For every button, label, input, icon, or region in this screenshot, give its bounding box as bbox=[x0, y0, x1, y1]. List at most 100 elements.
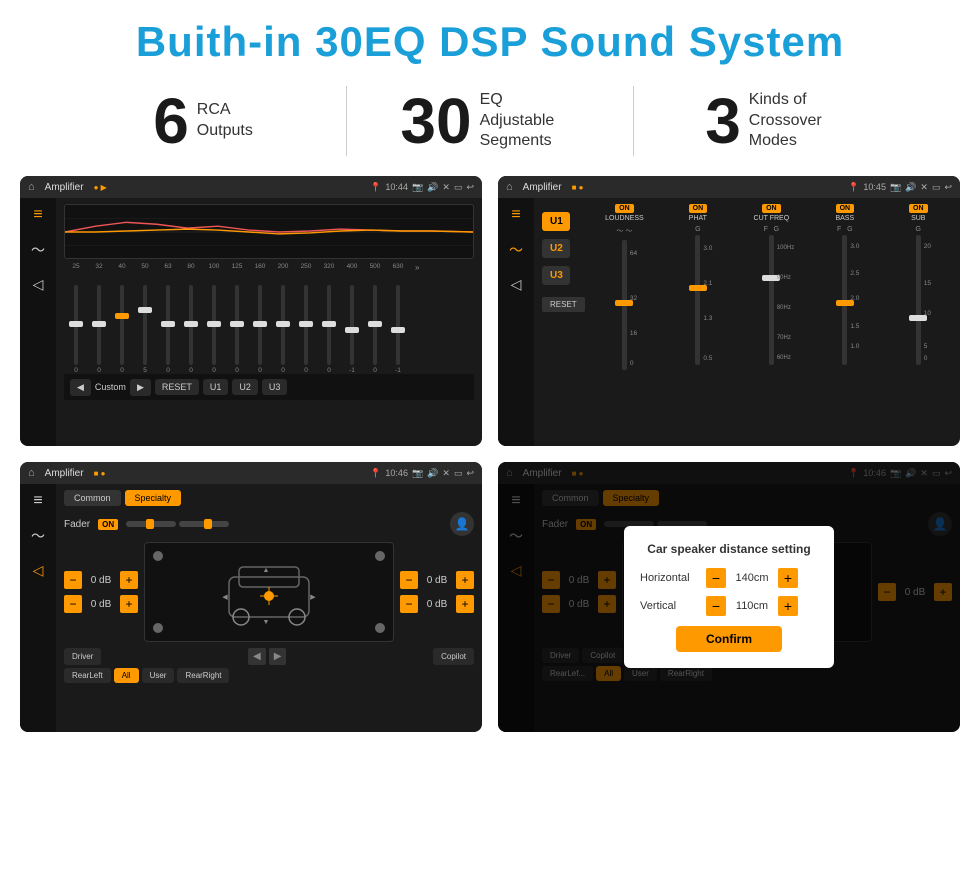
right-arrow-btn[interactable]: ▶ bbox=[269, 648, 287, 665]
val-3: 5 bbox=[143, 367, 147, 374]
copilot-btn[interactable]: Copilot bbox=[433, 648, 474, 665]
db-minus-4[interactable]: − bbox=[400, 595, 418, 613]
sub-col: ON SUB G 20 15 10 5 0 bbox=[885, 204, 952, 440]
db-minus-2[interactable]: − bbox=[64, 595, 82, 613]
next-btn[interactable]: ▶ bbox=[130, 379, 151, 396]
eq-icon-3[interactable]: ≡ bbox=[33, 492, 42, 510]
dialog-vertical-plus[interactable]: + bbox=[778, 596, 798, 616]
reset-btn[interactable]: RESET bbox=[155, 379, 199, 395]
loudness-label: LOUDNESS bbox=[605, 215, 644, 222]
cutfreq-on[interactable]: ON bbox=[762, 204, 781, 213]
fader-toggle[interactable]: ON bbox=[98, 519, 118, 530]
back-icon-2[interactable]: ↩ bbox=[944, 182, 952, 193]
fader-control-row: Fader ON 👤 bbox=[64, 512, 474, 536]
u2-channel-btn[interactable]: U2 bbox=[542, 239, 570, 258]
slider-col-2[interactable]: 0 bbox=[112, 285, 132, 374]
phat-val2: 2.1 bbox=[703, 280, 712, 287]
prev-btn[interactable]: ◀ bbox=[70, 379, 91, 396]
stat-number-crossover: 3 bbox=[705, 89, 741, 153]
slider-col-6[interactable]: 0 bbox=[204, 285, 224, 374]
slider-col-14[interactable]: -1 bbox=[388, 285, 408, 374]
eq-icon-2[interactable]: ≡ bbox=[511, 206, 520, 224]
slider-col-12[interactable]: -1 bbox=[342, 285, 362, 374]
slider-col-9[interactable]: 0 bbox=[273, 285, 293, 374]
bass-v4: 1.5 bbox=[850, 323, 859, 330]
speaker-tr bbox=[375, 551, 385, 561]
cutfreq-label: CUT FREQ bbox=[754, 215, 790, 222]
phat-track[interactable]: 3.0 2.1 1.3 0.5 bbox=[695, 235, 700, 365]
location-icon-2: 📍 bbox=[848, 182, 859, 193]
slider-col-0[interactable]: 0 bbox=[66, 285, 86, 374]
home-icon-2[interactable]: ⌂ bbox=[506, 181, 513, 193]
common-tab[interactable]: Common bbox=[64, 490, 121, 506]
dialog-horizontal-minus[interactable]: − bbox=[706, 568, 726, 588]
screen-eq: ⌂ Amplifier ● ▶ 📍 10:44 📷 🔊 ✕ ▭ ↩ ≡ 〜 ◁ bbox=[20, 176, 482, 446]
u3-channel-btn[interactable]: U3 bbox=[542, 266, 570, 285]
fader-slider-2[interactable] bbox=[179, 521, 229, 527]
u3-btn[interactable]: U3 bbox=[262, 379, 288, 395]
u1-btn[interactable]: U1 bbox=[203, 379, 229, 395]
slider-col-3[interactable]: 5 bbox=[135, 285, 155, 374]
stat-label-rca: RCAOutputs bbox=[197, 100, 253, 142]
phat-on[interactable]: ON bbox=[689, 204, 708, 213]
rearright-btn[interactable]: RearRight bbox=[177, 668, 229, 683]
db-plus-4[interactable]: + bbox=[456, 595, 474, 613]
home-icon-3[interactable]: ⌂ bbox=[28, 467, 35, 479]
topbar-right-crossover: 📍 10:45 📷 🔊 ✕ ▭ ↩ bbox=[848, 182, 952, 193]
slider-col-1[interactable]: 0 bbox=[89, 285, 109, 374]
wave-icon-2[interactable]: 〜 bbox=[509, 240, 523, 260]
crossover-reset-btn[interactable]: RESET bbox=[542, 297, 585, 312]
wave-icon-3[interactable]: 〜 bbox=[31, 526, 45, 546]
slider-col-8[interactable]: 0 bbox=[250, 285, 270, 374]
home-icon[interactable]: ⌂ bbox=[28, 181, 35, 193]
slider-col-13[interactable]: 0 bbox=[365, 285, 385, 374]
all-btn[interactable]: All bbox=[114, 668, 139, 683]
back-icon[interactable]: ↩ bbox=[466, 182, 474, 193]
db-plus-1[interactable]: + bbox=[120, 571, 138, 589]
wave-icon[interactable]: 〜 bbox=[31, 240, 45, 260]
slider-col-10[interactable]: 0 bbox=[296, 285, 316, 374]
loudness-on[interactable]: ON bbox=[615, 204, 634, 213]
rearleft-btn[interactable]: RearLeft bbox=[64, 668, 111, 683]
bass-track[interactable]: 3.0 2.5 2.0 1.5 1.0 bbox=[842, 235, 847, 365]
u1-channel-btn[interactable]: U1 bbox=[542, 212, 570, 231]
specialty-tab[interactable]: Specialty bbox=[125, 490, 182, 506]
driver-btn[interactable]: Driver bbox=[64, 648, 101, 665]
slider-col-4[interactable]: 0 bbox=[158, 285, 178, 374]
dialog-vertical-minus[interactable]: − bbox=[706, 596, 726, 616]
freq-500: 500 bbox=[365, 263, 385, 272]
more-icon[interactable]: » bbox=[415, 263, 419, 272]
bass-on[interactable]: ON bbox=[836, 204, 855, 213]
sub-track[interactable]: 20 15 10 5 0 bbox=[916, 235, 921, 365]
left-arrow-btn[interactable]: ◀ bbox=[248, 648, 266, 665]
loudness-track[interactable]: 64 32 16 0 bbox=[622, 240, 627, 370]
db-plus-3[interactable]: + bbox=[456, 571, 474, 589]
position-buttons: Driver ◀ ▶ Copilot bbox=[64, 648, 474, 665]
fader-settings-btn[interactable]: 👤 bbox=[450, 512, 474, 536]
stats-row: 6 RCAOutputs 30 EQ AdjustableSegments 3 … bbox=[0, 76, 980, 166]
u2-btn[interactable]: U2 bbox=[232, 379, 258, 395]
back-icon-3[interactable]: ↩ bbox=[466, 468, 474, 479]
cutfreq-track[interactable]: 100Hz 90Hz 80Hz 70Hz 60Hz bbox=[769, 235, 774, 365]
location-icon: 📍 bbox=[370, 182, 381, 193]
slider-col-11[interactable]: 0 bbox=[319, 285, 339, 374]
confirm-button[interactable]: Confirm bbox=[676, 626, 782, 652]
volume-side-icon-3[interactable]: ◁ bbox=[33, 562, 44, 579]
db-minus-3[interactable]: − bbox=[400, 571, 418, 589]
dialog-horizontal-plus[interactable]: + bbox=[778, 568, 798, 588]
user-btn[interactable]: User bbox=[142, 668, 175, 683]
val-8: 0 bbox=[258, 367, 262, 374]
crossover-content: U1 U2 U3 RESET ON LOUDNESS 〜 〜 bbox=[534, 198, 960, 446]
volume-side-icon-2[interactable]: ◁ bbox=[511, 276, 522, 293]
db-value-2: 0 dB bbox=[86, 599, 116, 610]
db-minus-1[interactable]: − bbox=[64, 571, 82, 589]
crossover-params: ON LOUDNESS 〜 〜 64 32 16 0 bbox=[591, 204, 952, 440]
volume-side-icon[interactable]: ◁ bbox=[33, 276, 44, 293]
sub-on[interactable]: ON bbox=[909, 204, 928, 213]
db-plus-2[interactable]: + bbox=[120, 595, 138, 613]
fader-sliders-row bbox=[126, 521, 442, 527]
slider-col-7[interactable]: 0 bbox=[227, 285, 247, 374]
eq-icon[interactable]: ≡ bbox=[33, 206, 42, 224]
fader-slider-1[interactable] bbox=[126, 521, 176, 527]
slider-col-5[interactable]: 0 bbox=[181, 285, 201, 374]
